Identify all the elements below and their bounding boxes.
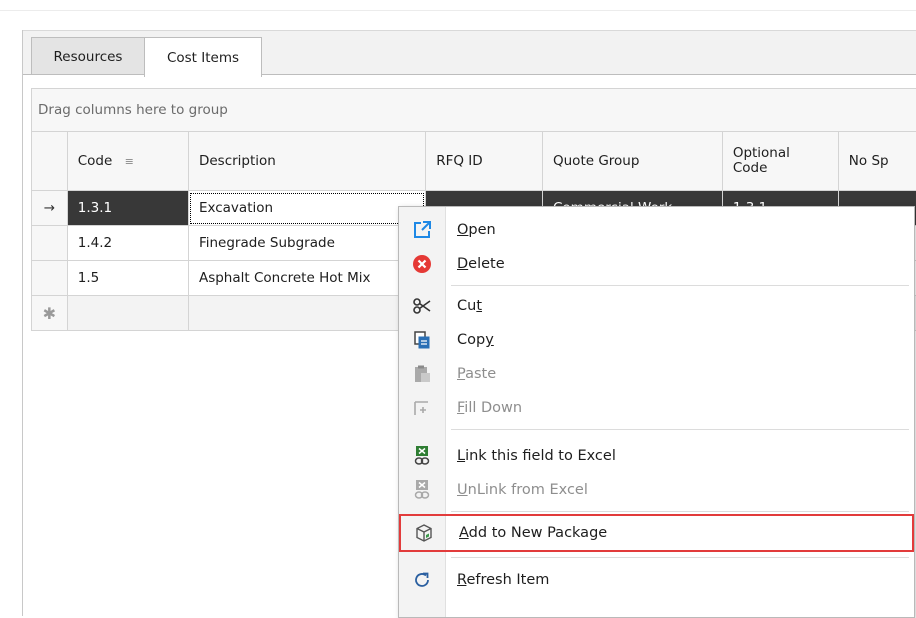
column-header-optional-code[interactable]: Optional Code — [722, 132, 838, 191]
delete-icon — [399, 247, 445, 281]
column-header-label: Code — [78, 153, 113, 169]
row-indicator-header — [32, 132, 68, 191]
cell-description[interactable]: Excavation — [188, 191, 425, 226]
column-header-label: Code — [733, 160, 768, 176]
column-header-no-sp[interactable]: No Sp — [838, 132, 916, 191]
column-header-description[interactable]: Description — [188, 132, 425, 191]
cell-code[interactable]: 1.4.2 — [67, 226, 188, 261]
menu-label: Cut — [445, 298, 482, 314]
menu-label: Open — [445, 222, 496, 238]
menu-item-fill-down[interactable]: Fill Down — [399, 391, 914, 425]
menu-label: Copy — [445, 332, 494, 348]
menu-label: Paste — [445, 366, 496, 382]
tab-strip: Resources Cost Items — [23, 30, 916, 75]
excel-unlink-icon — [399, 473, 445, 507]
sort-icon: ≡ — [125, 155, 133, 168]
menu-item-add-to-new-package[interactable]: Add to New Package — [399, 514, 914, 552]
fill-down-icon — [399, 391, 445, 425]
cell-description[interactable]: Finegrade Subgrade — [188, 226, 425, 261]
grid-header-row: Code ≡ Description RFQ ID Quote Group Op… — [32, 132, 916, 191]
group-by-area[interactable]: Drag columns here to group — [31, 88, 916, 132]
column-header-rfq-id[interactable]: RFQ ID — [426, 132, 543, 191]
cell-code[interactable] — [67, 296, 188, 331]
scissors-icon — [399, 289, 445, 323]
group-by-hint: Drag columns here to group — [38, 102, 228, 118]
row-indicator — [32, 226, 68, 261]
package-icon — [401, 516, 447, 550]
menu-label: Delete — [445, 256, 505, 272]
menu-label: Refresh Item — [445, 572, 549, 588]
menu-label: Fill Down — [445, 400, 522, 416]
cell-code[interactable]: 1.3.1 — [67, 191, 188, 226]
menu-separator — [451, 285, 909, 286]
menu-separator — [451, 557, 909, 558]
tab-resources[interactable]: Resources — [31, 37, 145, 75]
menu-item-delete[interactable]: Delete — [399, 247, 914, 281]
tab-cost-items[interactable]: Cost Items — [144, 37, 262, 77]
row-indicator — [32, 261, 68, 296]
menu-item-open[interactable]: Open — [399, 213, 914, 247]
new-row-indicator: ✱ — [32, 296, 68, 331]
menu-item-refresh[interactable]: Refresh Item — [399, 563, 914, 597]
excel-link-icon — [399, 439, 445, 473]
cell-description[interactable] — [188, 296, 425, 331]
column-header-code[interactable]: Code ≡ — [67, 132, 188, 191]
open-external-icon — [399, 213, 445, 247]
column-header-label: Optional — [733, 145, 790, 161]
menu-item-link-excel[interactable]: Link this field to Excel — [399, 439, 914, 473]
column-header-quote-group[interactable]: Quote Group — [543, 132, 723, 191]
menu-separator — [451, 511, 909, 512]
cell-code[interactable]: 1.5 — [67, 261, 188, 296]
paste-icon — [399, 357, 445, 391]
menu-separator — [451, 429, 909, 430]
menu-item-unlink-excel[interactable]: UnLink from Excel — [399, 473, 914, 507]
menu-item-cut[interactable]: Cut — [399, 289, 914, 323]
menu-item-copy[interactable]: Copy — [399, 323, 914, 357]
top-border — [0, 0, 916, 11]
copy-icon — [399, 323, 445, 357]
context-menu: Open Delete Cut Copy Paste Fill Down — [398, 206, 915, 618]
row-indicator: → — [32, 191, 68, 226]
cell-description[interactable]: Asphalt Concrete Hot Mix — [188, 261, 425, 296]
refresh-icon — [399, 563, 445, 597]
menu-item-paste[interactable]: Paste — [399, 357, 914, 391]
menu-label: UnLink from Excel — [445, 482, 588, 498]
menu-label: Add to New Package — [447, 525, 607, 541]
menu-label: Link this field to Excel — [445, 448, 616, 464]
